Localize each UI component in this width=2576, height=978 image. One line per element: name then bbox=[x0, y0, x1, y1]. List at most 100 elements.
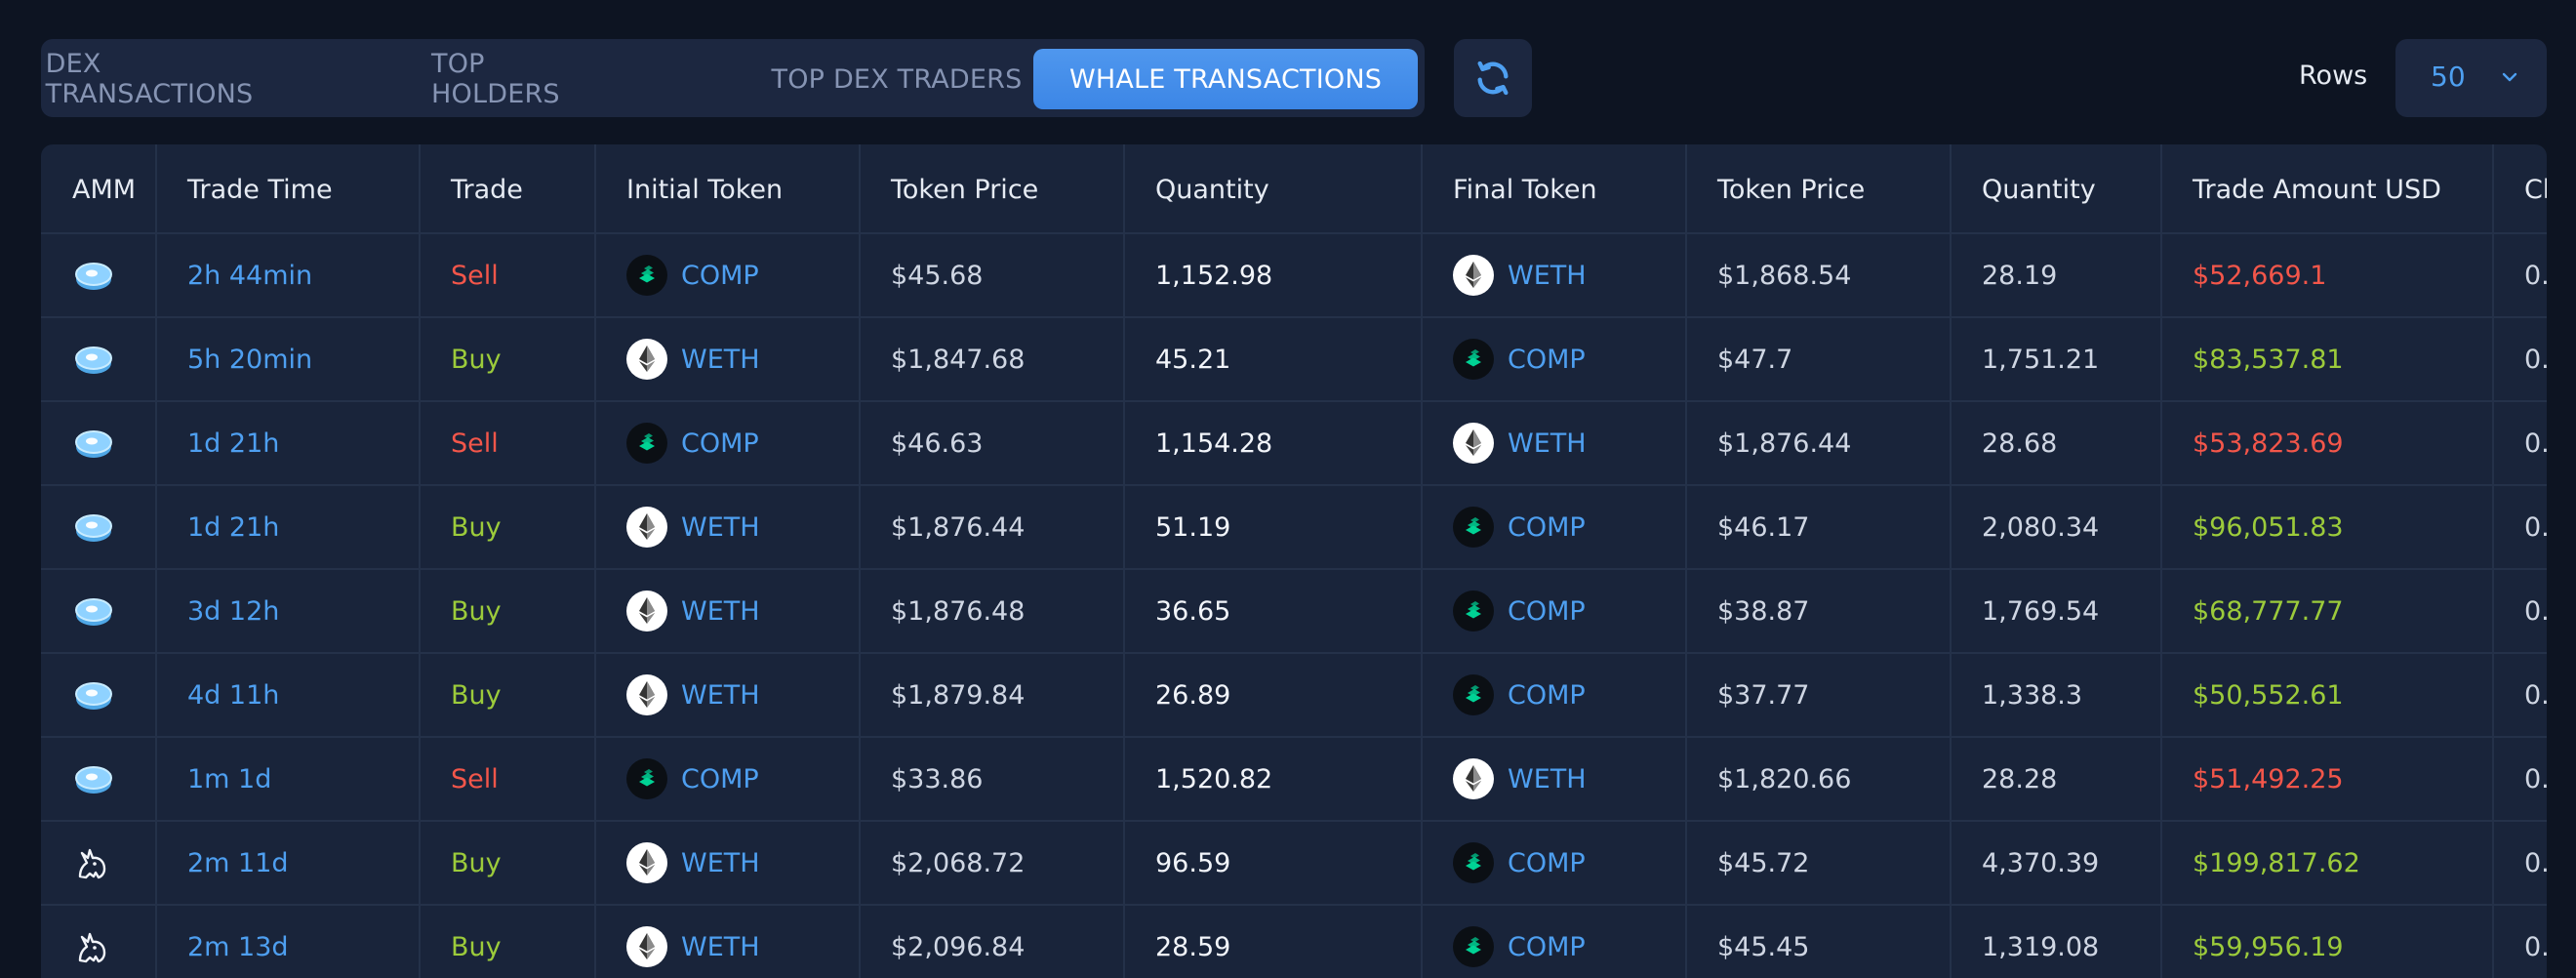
header-trade[interactable]: Trade bbox=[451, 144, 523, 234]
amm-disc-icon bbox=[72, 675, 115, 714]
token-symbol-link[interactable]: COMP bbox=[681, 764, 759, 795]
table-row[interactable]: 1d 21h Sell COMP $46.63 1,154.28 WETH $1,876.4… bbox=[41, 402, 2547, 486]
trade-value: Sell bbox=[451, 428, 499, 459]
token-symbol-link[interactable]: COMP bbox=[1508, 596, 1586, 627]
cell-trade-time[interactable]: 2h 44min bbox=[187, 234, 312, 316]
table-row[interactable]: 2h 44min Sell COMP $45.68 1,152.98 WETH $1,868… bbox=[41, 234, 2547, 318]
cell-initial-token[interactable]: WETH bbox=[626, 486, 760, 568]
refresh-button[interactable] bbox=[1454, 39, 1532, 117]
trade-time-link[interactable]: 2h 44min bbox=[187, 261, 312, 291]
cell-trade-amount-usd: $50,552.61 bbox=[2193, 654, 2344, 736]
trade-time-link[interactable]: 2m 13d bbox=[187, 932, 289, 962]
table-row[interactable]: 5h 20min Buy WETH $1,847.68 45.21 COMP $47.7 1,… bbox=[41, 318, 2547, 402]
cell-trade-time[interactable]: 2m 11d bbox=[187, 822, 289, 904]
table-row[interactable]: 4d 11h Buy WETH $1,879.84 26.89 COMP $37.77 1,3… bbox=[41, 654, 2547, 738]
cell-change: 0. bbox=[2524, 486, 2547, 568]
token-symbol-link[interactable]: WETH bbox=[1508, 428, 1587, 459]
token-symbol-link[interactable]: COMP bbox=[1508, 932, 1586, 962]
trade-time-link[interactable]: 1d 21h bbox=[187, 428, 279, 459]
cell-final-quantity: 1,338.3 bbox=[1982, 654, 2082, 736]
cell-change: 0. bbox=[2524, 822, 2547, 904]
trade-time-link[interactable]: 4d 11h bbox=[187, 680, 279, 711]
cell-change: 0. bbox=[2524, 738, 2547, 820]
cell-final-token-price: $47.7 bbox=[1717, 318, 1792, 400]
token-symbol-link[interactable]: COMP bbox=[1508, 512, 1586, 543]
table-row[interactable]: 2m 11d Buy WETH $2,068.72 96.59 COMP $45.72 4,3… bbox=[41, 822, 2547, 906]
token-symbol-link[interactable]: WETH bbox=[681, 932, 760, 962]
cell-final-token[interactable]: WETH bbox=[1453, 738, 1587, 820]
header-change[interactable]: Ch bbox=[2524, 144, 2547, 234]
cell-final-token[interactable]: WETH bbox=[1453, 234, 1587, 316]
header-initial-quantity[interactable]: Quantity bbox=[1155, 144, 1269, 234]
header-trade-time[interactable]: Trade Time bbox=[187, 144, 333, 234]
cell-trade-time[interactable]: 1m 1d bbox=[187, 738, 271, 820]
trade-time-link[interactable]: 5h 20min bbox=[187, 345, 312, 375]
trade-time-link[interactable]: 1m 1d bbox=[187, 764, 271, 795]
cell-trade: Buy bbox=[451, 822, 502, 904]
token-symbol-link[interactable]: COMP bbox=[681, 428, 759, 459]
cell-trade-time[interactable]: 4d 11h bbox=[187, 654, 279, 736]
cell-final-token-price: $45.45 bbox=[1717, 906, 1809, 978]
cell-initial-token[interactable]: WETH bbox=[626, 906, 760, 978]
token-symbol-link[interactable]: WETH bbox=[681, 596, 760, 627]
cell-trade-time[interactable]: 1d 21h bbox=[187, 402, 279, 484]
cell-trade-time[interactable]: 5h 20min bbox=[187, 318, 312, 400]
token-symbol-link[interactable]: COMP bbox=[1508, 345, 1586, 375]
header-amm[interactable]: AMM bbox=[72, 144, 136, 234]
comp-token-icon bbox=[1453, 339, 1494, 380]
token-symbol-link[interactable]: WETH bbox=[681, 680, 760, 711]
cell-final-token[interactable]: COMP bbox=[1453, 906, 1586, 978]
header-final-quantity[interactable]: Quantity bbox=[1982, 144, 2096, 234]
comp-token-icon bbox=[1453, 674, 1494, 715]
trade-amount-usd-value: $50,552.61 bbox=[2193, 679, 2344, 711]
cell-final-token[interactable]: COMP bbox=[1453, 654, 1586, 736]
cell-initial-token[interactable]: COMP bbox=[626, 738, 759, 820]
cell-initial-token[interactable]: COMP bbox=[626, 402, 759, 484]
final-quantity-value: 4,370.39 bbox=[1982, 847, 2100, 878]
initial-token-price-value: $45.68 bbox=[891, 260, 984, 291]
cell-final-token-price: $46.17 bbox=[1717, 486, 1809, 568]
token-symbol-link[interactable]: WETH bbox=[1508, 261, 1587, 291]
token-symbol-link[interactable]: COMP bbox=[1508, 848, 1586, 878]
cell-initial-token[interactable]: COMP bbox=[626, 234, 759, 316]
cell-initial-token[interactable]: WETH bbox=[626, 654, 760, 736]
cell-trade-time[interactable]: 1d 21h bbox=[187, 486, 279, 568]
table-row[interactable]: 3d 12h Buy WETH $1,876.48 36.65 COMP $38.87 1,7… bbox=[41, 570, 2547, 654]
header-initial-token[interactable]: Initial Token bbox=[626, 144, 783, 234]
token-symbol-link[interactable]: WETH bbox=[681, 345, 760, 375]
cell-initial-token[interactable]: WETH bbox=[626, 318, 760, 400]
header-final-token-price[interactable]: Token Price bbox=[1717, 144, 1865, 234]
cell-final-token[interactable]: COMP bbox=[1453, 318, 1586, 400]
cell-trade-time[interactable]: 3d 12h bbox=[187, 570, 279, 652]
table-row[interactable]: 1m 1d Sell COMP $33.86 1,520.82 WETH $1,820.66… bbox=[41, 738, 2547, 822]
trade-time-link[interactable]: 3d 12h bbox=[187, 596, 279, 627]
tab-top-holders[interactable]: TOP HOLDERS bbox=[431, 49, 609, 109]
trade-time-link[interactable]: 1d 21h bbox=[187, 512, 279, 543]
token-symbol-link[interactable]: COMP bbox=[681, 261, 759, 291]
rows-per-page-select[interactable]: 50 bbox=[2395, 39, 2547, 117]
cell-initial-token[interactable]: WETH bbox=[626, 570, 760, 652]
cell-final-token[interactable]: COMP bbox=[1453, 570, 1586, 652]
cell-final-token[interactable]: WETH bbox=[1453, 402, 1587, 484]
cell-trade-time[interactable]: 2m 13d bbox=[187, 906, 289, 978]
tab-top-dex-traders[interactable]: TOP DEX TRADERS bbox=[727, 49, 1067, 109]
header-final-token[interactable]: Final Token bbox=[1453, 144, 1597, 234]
weth-token-icon bbox=[1453, 423, 1494, 464]
token-symbol-link[interactable]: WETH bbox=[681, 848, 760, 878]
token-symbol-link[interactable]: COMP bbox=[1508, 680, 1586, 711]
cell-final-token[interactable]: COMP bbox=[1453, 822, 1586, 904]
header-initial-token-price[interactable]: Token Price bbox=[891, 144, 1038, 234]
trade-value: Buy bbox=[451, 511, 502, 543]
amm-disc-icon bbox=[72, 340, 115, 379]
trade-time-link[interactable]: 2m 11d bbox=[187, 848, 289, 878]
token-symbol-link[interactable]: WETH bbox=[1508, 764, 1587, 795]
cell-final-token[interactable]: COMP bbox=[1453, 486, 1586, 568]
table-row[interactable]: 2m 13d Buy WETH $2,096.84 28.59 COMP $45.45 1,3… bbox=[41, 906, 2547, 978]
header-trade-amount-usd[interactable]: Trade Amount USD bbox=[2193, 144, 2441, 234]
cell-trade: Buy bbox=[451, 486, 502, 568]
tab-whale-transactions[interactable]: WHALE TRANSACTIONS bbox=[1033, 49, 1418, 109]
tab-dex-transactions[interactable]: DEX TRANSACTIONS bbox=[46, 49, 254, 109]
token-symbol-link[interactable]: WETH bbox=[681, 512, 760, 543]
cell-initial-token[interactable]: WETH bbox=[626, 822, 760, 904]
table-row[interactable]: 1d 21h Buy WETH $1,876.44 51.19 COMP $46.17 2,0… bbox=[41, 486, 2547, 570]
